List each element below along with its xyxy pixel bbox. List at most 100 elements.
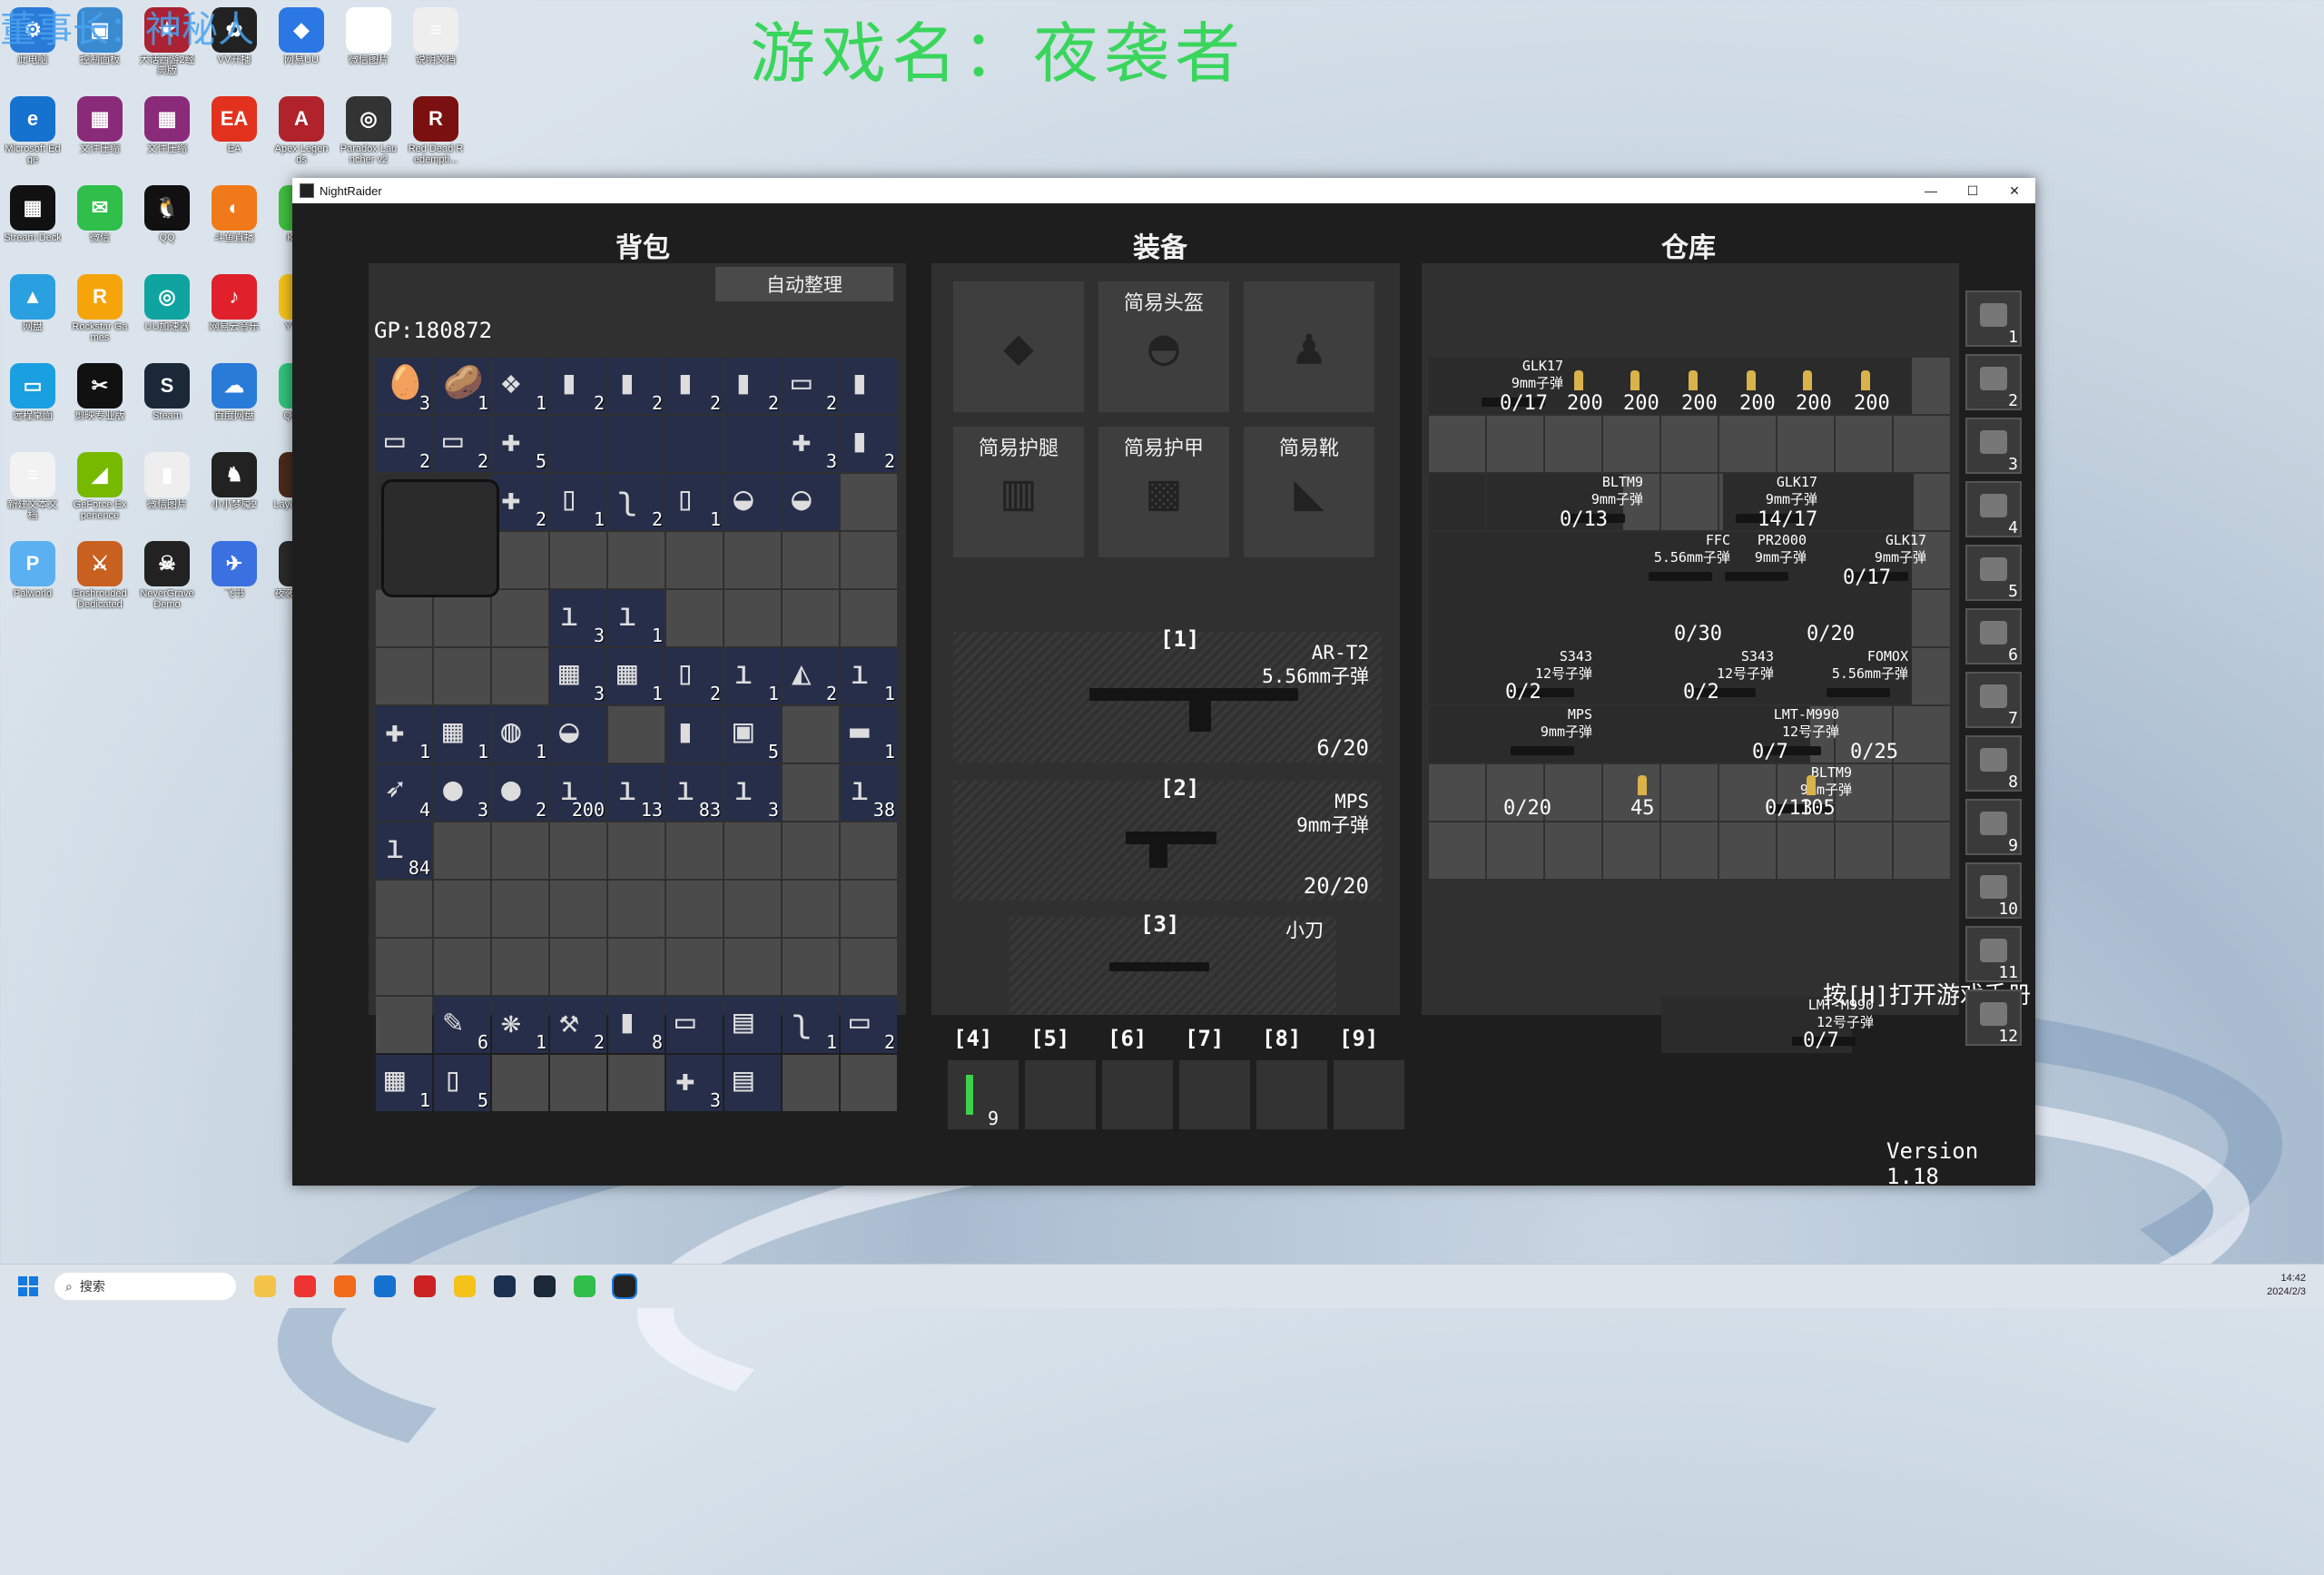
backpack-cell[interactable]: ❖ 1 [492,358,548,414]
backpack-cell[interactable]: ı 84 [376,822,432,879]
warehouse-cell[interactable] [1719,416,1776,472]
desktop-icon[interactable]: ♞ 小小梦魇2 [205,448,263,521]
backpack-cell[interactable] [783,881,839,937]
backpack-cell[interactable] [376,881,432,937]
backpack-cell[interactable]: ◭ 2 [783,648,839,704]
stored-weapon-label[interactable]: BLTM9 9mm子弹 [1552,474,1643,508]
backpack-cell[interactable]: ◒ [783,474,839,530]
backpack-cell[interactable] [841,881,897,937]
backpack-cell[interactable] [608,706,665,763]
warehouse-tab[interactable]: 7 [1965,672,2022,728]
warehouse-cell[interactable] [1661,416,1718,472]
backpack-cell[interactable] [376,590,432,646]
backpack-cell[interactable] [666,822,723,879]
backpack-cell[interactable] [376,648,432,704]
desktop-icon[interactable]: ⚔ Enshrouded Dedicated [71,537,129,610]
desktop-icon[interactable]: ▦ 文件压缩 [138,93,196,165]
backpack-cell[interactable] [434,881,490,937]
backpack-cell[interactable] [434,648,490,704]
backpack-cell[interactable]: ı1 [608,590,665,646]
warehouse-cell[interactable] [1894,706,1950,763]
backpack-cell[interactable]: ▬ 1 [841,706,897,763]
backpack-cell[interactable] [724,416,781,472]
backpack-cell[interactable]: ı 38 [841,764,897,821]
backpack-cell[interactable] [841,532,897,588]
system-clock[interactable]: 14:42 2024/2/3 [2267,1272,2306,1299]
quick-slot[interactable] [1025,1060,1096,1129]
backpack-cell[interactable] [492,939,548,995]
warehouse-cell[interactable] [1719,822,1776,879]
backpack-cell[interactable] [492,881,548,937]
desktop-icon[interactable]: ≡ 说明文档 [407,4,465,76]
desktop-icon[interactable]: S Steam [138,359,196,432]
backpack-cell[interactable]: ▭ [666,997,723,1053]
backpack-cell[interactable]: ✚ 1 [376,706,432,763]
backpack-cell[interactable] [724,532,781,588]
backpack-cell[interactable]: ▦ 1 [376,1055,432,1111]
backpack-bag-icon[interactable] [381,479,499,597]
warehouse-cell[interactable] [1661,764,1718,821]
backpack-cell[interactable] [608,416,665,472]
warehouse-tab[interactable]: 4 [1965,481,2022,537]
backpack-cell[interactable] [666,532,723,588]
warehouse-cell[interactable] [1429,764,1485,821]
boots-slot[interactable]: 简易靴 ◣ [1244,427,1374,557]
desktop-icon[interactable]: ✂ 剪映专业版 [71,359,129,432]
browser-icon[interactable] [294,1275,316,1297]
warehouse-cell[interactable] [1545,764,1601,821]
backpack-cell[interactable]: ▮ [841,358,897,414]
stored-weapon-label[interactable]: S343 12号子弹 [1502,648,1592,683]
maximize-button[interactable]: ☐ [1952,183,1994,199]
desktop-icon[interactable]: ▮ 微信图片 [138,448,196,521]
desktop-icon[interactable]: ▲ 网盘 [4,271,62,343]
backpack-cell[interactable]: ı1 [724,648,781,704]
desktop-icon[interactable]: ▦ 文件压缩 [71,93,129,165]
warehouse-cell[interactable] [1487,822,1543,879]
helmet-slot[interactable]: 简易头盔 ◓ [1098,281,1229,412]
backpack-cell[interactable]: ◍ 1 [492,706,548,763]
backpack-cell[interactable] [724,939,781,995]
desktop-icon[interactable]: AApex Legends [272,93,330,165]
warehouse-cell[interactable] [1661,822,1718,879]
backpack-cell[interactable]: 🥚 3 [376,358,432,414]
backpack-cell[interactable]: ▮ 2 [608,358,665,414]
backpack-cell[interactable]: ▯ 5 [434,1055,490,1111]
auto-sort-button[interactable]: 自动整理 [715,267,893,301]
leg-armor-slot[interactable]: 简易护腿 ▥ [953,427,1084,557]
league-icon[interactable] [494,1275,516,1297]
backpack-cell[interactable] [376,997,432,1053]
backpack-cell[interactable] [724,590,781,646]
backpack-cell[interactable]: ʅ1 [783,997,839,1053]
backpack-cell[interactable] [550,881,606,937]
warehouse-tab[interactable]: 9 [1965,799,2022,855]
start-button[interactable] [18,1276,38,1296]
stored-weapon-label[interactable]: LMT-M990 12号子弹 [1748,706,1839,741]
backpack-cell[interactable]: ● 3 [434,764,490,821]
backpack-cell[interactable]: ▭ 2 [434,416,490,472]
warehouse-tab[interactable]: 1 [1965,290,2022,347]
warehouse-cell[interactable] [1894,416,1950,472]
desktop-icon[interactable]: R Rockstar Games [71,271,129,343]
backpack-cell[interactable] [550,416,606,472]
backpack-cell[interactable]: ▭ 2 [783,358,839,414]
backpack-cell[interactable]: ▤ [724,1055,781,1111]
edge-icon[interactable] [374,1275,396,1297]
nightraider-taskbar-icon[interactable] [612,1274,637,1299]
backpack-cell[interactable] [841,939,897,995]
backpack-cell[interactable] [376,939,432,995]
body-slot-empty[interactable]: ♟ [1244,281,1374,412]
quick-slot[interactable] [1256,1060,1327,1129]
backpack-cell[interactable]: ⚒ 2 [550,997,606,1053]
wechat-icon[interactable] [574,1275,596,1297]
backpack-cell[interactable]: ▯ 2 [666,648,723,704]
desktop-icon[interactable]: ◢ GeForce Experience [71,448,129,521]
backpack-cell[interactable]: 🥔 1 [434,358,490,414]
desktop-icon[interactable]: ◎ Paradox Launcher v2 [340,93,398,165]
backpack-cell[interactable] [550,822,606,879]
desktop-icon[interactable]: P Palworld [4,537,62,610]
backpack-cell[interactable] [783,590,839,646]
quick-slot[interactable] [1102,1060,1173,1129]
warehouse-tab[interactable]: 6 [1965,608,2022,664]
backpack-cell[interactable] [434,590,490,646]
backpack-cell[interactable]: ▮ 2 [724,358,781,414]
